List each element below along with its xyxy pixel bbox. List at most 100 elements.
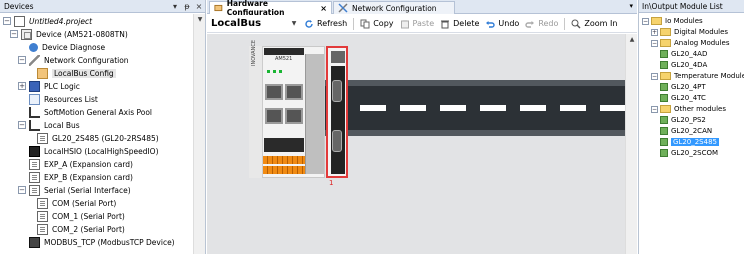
bus-title: LocalBus	[211, 18, 262, 29]
card-icon	[29, 184, 40, 196]
tree-item-plc-logic[interactable]: + PLC Logic	[18, 80, 80, 92]
collapse-icon[interactable]: −	[651, 39, 658, 47]
io-item-label: Io Modules	[665, 17, 703, 25]
copy-button[interactable]: Copy	[360, 19, 394, 29]
tree-item-gl20-2s485[interactable]: GL20_2S485 (GL20-2RS485)	[37, 132, 159, 144]
tree-item-label: Serial (Serial Interface)	[44, 185, 131, 195]
pin-button[interactable]: ᵽ	[181, 2, 193, 11]
scroll-up-icon[interactable]: ▲	[628, 36, 636, 44]
io-module-panel: In\Output Module List − Io Modules + Digita…	[638, 0, 744, 254]
collapse-icon[interactable]: −	[18, 121, 26, 129]
delete-button[interactable]: Delete	[440, 19, 479, 29]
module-icon	[660, 61, 668, 69]
tab-list-dropdown-icon[interactable]: ▾	[629, 2, 633, 10]
tree-item-label: Network Configuration	[44, 55, 129, 65]
ethernet-port	[265, 84, 283, 100]
io-item-label: Temperature Modules	[674, 72, 744, 80]
io-item-label: GL20_2S485	[671, 138, 719, 146]
tree-item-serial[interactable]: − Serial (Serial Interface)	[18, 184, 131, 196]
module-icon	[660, 149, 668, 157]
tab-hardware-configuration[interactable]: Hardware Configuration ×	[209, 0, 332, 17]
undo-icon	[486, 20, 496, 28]
zoom-in-label: Zoom In	[584, 19, 618, 28]
tree-item-label: Resources List	[44, 94, 98, 104]
io-module-item[interactable]: GL20_4DA	[660, 60, 707, 70]
tree-item-network-configuration[interactable]: − Network Configuration	[18, 54, 129, 66]
scroll-down-icon[interactable]: ▼	[196, 16, 204, 24]
folder-icon	[660, 39, 671, 47]
rail-slot	[440, 105, 466, 111]
localbus-icon	[37, 67, 48, 79]
card-icon	[29, 171, 40, 183]
bus-dropdown-icon[interactable]: ▼	[287, 18, 301, 30]
collapse-icon[interactable]: −	[18, 56, 26, 64]
rail-slot	[520, 105, 546, 111]
io-module-item[interactable]: GL20_2SCOM	[660, 148, 718, 158]
tree-item-exp-b[interactable]: EXP_B (Expansion card)	[29, 171, 133, 183]
list-icon	[29, 93, 40, 105]
card-icon	[37, 197, 48, 209]
close-panel-button[interactable]: ×	[193, 2, 205, 11]
refresh-button[interactable]: Refresh	[304, 19, 347, 29]
zoom-in-button[interactable]: Zoom In	[571, 19, 617, 29]
devices-panel-title: Devices	[4, 1, 34, 11]
tree-item-com-1[interactable]: COM_1 (Serial Port)	[37, 210, 125, 222]
tree-item-device[interactable]: − Device (AM521-0808TN)	[10, 28, 128, 40]
refresh-label: Refresh	[317, 19, 348, 28]
io-module-item[interactable]: GL20_2S485	[660, 137, 719, 147]
io-folder-item[interactable]: + Digital Modules	[651, 27, 728, 37]
io-folder-item[interactable]: − Other modules	[651, 104, 726, 114]
expand-icon[interactable]: +	[18, 82, 26, 90]
plc-side-panel	[305, 54, 324, 174]
collapse-icon[interactable]: −	[642, 17, 649, 25]
plc-device[interactable]: INOVANCE AM521	[249, 40, 325, 178]
tree-item-resources-list[interactable]: Resources List	[29, 93, 98, 105]
rail-slot	[400, 105, 426, 111]
undo-label: Undo	[498, 19, 520, 28]
tree-item-com[interactable]: COM (Serial Port)	[37, 197, 116, 209]
tree-item-localbus-config[interactable]: LocalBus Config	[37, 67, 116, 79]
db9-connector	[332, 80, 342, 102]
collapse-icon[interactable]: −	[651, 72, 658, 80]
io-folder-item[interactable]: − Temperature Modules	[651, 71, 744, 81]
close-tab-icon[interactable]: ×	[320, 4, 327, 13]
io-module-item[interactable]: GL20_2CAN	[660, 126, 712, 136]
tree-item-project[interactable]: − Untitled4.project	[3, 15, 92, 27]
expand-icon[interactable]: +	[651, 28, 658, 36]
devices-scrollbar[interactable]: ▼	[193, 14, 205, 254]
io-panel-title: In\Output Module List	[642, 1, 723, 11]
folder-icon	[660, 105, 671, 113]
tree-item-com-2[interactable]: COM_2 (Serial Port)	[37, 223, 125, 235]
paste-button[interactable]: Paste	[400, 19, 434, 29]
toolbar-separator	[564, 17, 566, 30]
tree-item-exp-a[interactable]: EXP_A (Expansion card)	[29, 158, 133, 170]
panel-menu-button[interactable]: ▾	[169, 2, 181, 11]
collapse-icon[interactable]: −	[18, 186, 26, 194]
hardware-canvas[interactable]: INOVANCE AM521 1	[207, 34, 626, 254]
tree-item-localhsio[interactable]: LocalHSIO (LocalHighSpeedIO)	[29, 145, 159, 157]
tree-item-local-bus[interactable]: − Local Bus	[18, 119, 80, 131]
io-folder-item[interactable]: − Analog Modules	[651, 38, 730, 48]
tab-network-configuration[interactable]: Network Configuration	[333, 1, 455, 14]
plc-orange-terminal	[263, 156, 305, 164]
tree-item-device-diagnose[interactable]: Device Diagnose	[29, 41, 105, 53]
tree-item-modbus-tcp[interactable]: MODBUS_TCP (ModbusTCP Device)	[29, 236, 175, 248]
collapse-icon[interactable]: −	[651, 105, 658, 113]
io-module-item[interactable]: GL20_PS2	[660, 115, 706, 125]
gl20-2s485-module[interactable]	[326, 46, 348, 178]
io-folder-item[interactable]: − Io Modules	[642, 16, 703, 26]
plc-terminal	[264, 138, 304, 152]
redo-button[interactable]: Redo	[525, 19, 558, 29]
canvas-scrollbar[interactable]: ▲	[625, 34, 637, 254]
collapse-icon[interactable]: −	[10, 30, 18, 38]
undo-button[interactable]: Undo	[485, 19, 519, 29]
io-module-item[interactable]: GL20_4PT	[660, 82, 706, 92]
redo-label: Redo	[538, 19, 559, 28]
io-module-item[interactable]: GL20_4AD	[660, 49, 707, 59]
collapse-icon[interactable]: −	[3, 17, 11, 25]
tree-item-softmotion-axis-pool[interactable]: SoftMotion General Axis Pool	[29, 106, 152, 118]
io-item-label: Other modules	[674, 105, 726, 113]
ethernet-port	[285, 108, 303, 124]
tree-item-label: GL20_2S485 (GL20-2RS485)	[52, 133, 159, 143]
io-module-item[interactable]: GL20_4TC	[660, 93, 706, 103]
